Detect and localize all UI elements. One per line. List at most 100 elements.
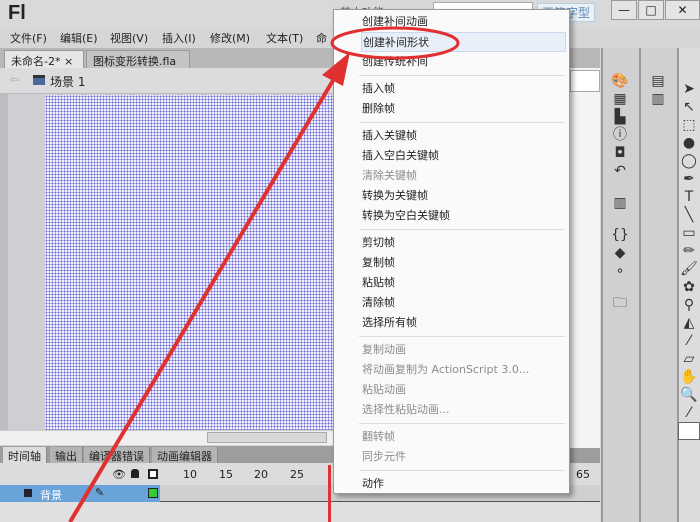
menu-item[interactable]: 剪切帧 bbox=[361, 233, 561, 253]
ruler-tick: 25 bbox=[290, 468, 304, 481]
menu-file[interactable]: 文件(F) bbox=[10, 30, 47, 46]
layer-name[interactable]: 背景 bbox=[40, 487, 62, 503]
maximize-button[interactable]: □ bbox=[638, 0, 664, 20]
ruler-tick: 10 bbox=[183, 468, 197, 481]
pencil-tool-icon[interactable]: ✏ bbox=[678, 242, 700, 260]
panel-dropdown[interactable] bbox=[570, 70, 600, 92]
outline-icon[interactable] bbox=[148, 469, 158, 479]
library-icon[interactable]: ▥ bbox=[647, 90, 669, 108]
scene-label: 场景 1 bbox=[50, 75, 86, 89]
ruler-tick: 20 bbox=[254, 468, 268, 481]
menu-separator bbox=[359, 75, 565, 76]
paint-bucket-icon[interactable]: ◭ bbox=[678, 314, 700, 332]
menu-item[interactable]: 创建补间动画 bbox=[361, 12, 561, 32]
free-transform-icon[interactable]: ⬚ bbox=[678, 116, 700, 134]
tab-output[interactable]: 输出 bbox=[50, 447, 83, 463]
project-icon[interactable]: 🗀 bbox=[609, 294, 631, 312]
menu-item[interactable]: 删除帧 bbox=[361, 99, 561, 119]
menu-modify[interactable]: 修改(M) bbox=[210, 30, 250, 46]
brush-tool-icon[interactable]: 🖌 bbox=[678, 260, 700, 278]
library-icon[interactable]: ▥ bbox=[609, 194, 631, 212]
menu-text[interactable]: 文本(T) bbox=[266, 30, 303, 46]
history-icon[interactable]: ↶ bbox=[609, 162, 631, 180]
menu-separator bbox=[359, 229, 565, 230]
stroke-color-icon[interactable]: ⁄ bbox=[678, 404, 700, 422]
minimize-button[interactable]: — bbox=[611, 0, 637, 20]
tool-icons: ➤ ↖ ⬚ ● ◯ ✒ T ╲ ▭ ✏ 🖌 ✿ ⚲ ◭ ⁄ ▱ ✋ 🔍 ⁄ bbox=[678, 80, 700, 440]
menu-item[interactable]: 清除帧 bbox=[361, 293, 561, 313]
tab-compiler-errors[interactable]: 编译器错误 bbox=[84, 447, 150, 463]
transform-icon[interactable]: ◘ bbox=[609, 144, 631, 162]
menu-item[interactable]: 转换为关键帧 bbox=[361, 186, 561, 206]
selection-tool-icon[interactable]: ➤ bbox=[678, 80, 700, 98]
ruler-tick: 65 bbox=[576, 468, 590, 481]
motion-presets-icon[interactable]: ∘ bbox=[609, 262, 631, 280]
lasso-icon[interactable]: ◯ bbox=[678, 152, 700, 170]
3d-rotation-icon[interactable]: ● bbox=[678, 134, 700, 152]
eye-icon[interactable]: 👁 bbox=[112, 468, 126, 481]
playhead[interactable] bbox=[328, 465, 331, 522]
menu-item: 同步元件 bbox=[362, 450, 406, 463]
panel-icons: 🎨 ▦ ▙ ⓘ ◘ ↶ ▥ {} ◆ ∘ 🗀 bbox=[609, 72, 631, 312]
eraser-icon[interactable]: ▱ bbox=[678, 350, 700, 368]
line-tool-icon[interactable]: ╲ bbox=[678, 206, 700, 224]
properties-panel bbox=[570, 68, 600, 448]
subselection-tool-icon[interactable]: ↖ bbox=[678, 98, 700, 116]
clapper-icon bbox=[33, 75, 45, 85]
properties-icon[interactable]: ▤ bbox=[647, 72, 669, 90]
eyedropper-icon[interactable]: ⁄ bbox=[678, 332, 700, 350]
swatches-icon[interactable]: ▦ bbox=[609, 90, 631, 108]
actions-icon[interactable]: {} bbox=[609, 226, 631, 244]
menu-separator bbox=[359, 336, 565, 337]
menu-item[interactable]: 插入帧 bbox=[361, 79, 561, 99]
timeline-empty bbox=[0, 502, 600, 522]
layer-color-icon[interactable] bbox=[148, 488, 158, 498]
zoom-tool-icon[interactable]: 🔍 bbox=[678, 386, 700, 404]
hand-tool-icon[interactable]: ✋ bbox=[678, 368, 700, 386]
tab-motion-editor[interactable]: 动画编辑器 bbox=[152, 447, 218, 463]
pen-tool-icon[interactable]: ✒ bbox=[678, 170, 700, 188]
panel-icons-2: ▤ ▥ bbox=[647, 72, 669, 108]
menu-insert[interactable]: 插入(I) bbox=[162, 30, 196, 46]
menu-item[interactable]: 创建传统补间 bbox=[361, 52, 561, 72]
components-icon[interactable]: ◆ bbox=[609, 244, 631, 262]
menu-separator bbox=[359, 470, 565, 471]
menu-view[interactable]: 视图(V) bbox=[110, 30, 148, 46]
menu-item[interactable]: 插入空白关键帧 bbox=[361, 146, 561, 166]
menu-item: 翻转帧 bbox=[362, 430, 395, 443]
ruler-tick: 15 bbox=[219, 468, 233, 481]
align-icon[interactable]: ▙ bbox=[609, 108, 631, 126]
menu-item[interactable]: 插入关键帧 bbox=[361, 126, 561, 146]
menu-item[interactable]: 创建补间形状 bbox=[361, 32, 566, 52]
color-palette-icon[interactable]: 🎨 bbox=[609, 72, 631, 90]
menu-item[interactable]: 粘贴帧 bbox=[361, 273, 561, 293]
tab-timeline[interactable]: 时间轴 bbox=[3, 447, 47, 463]
scrollbar-thumb[interactable] bbox=[207, 432, 327, 443]
menu-item[interactable]: 动作 bbox=[361, 474, 561, 494]
info-icon[interactable]: ⓘ bbox=[609, 126, 631, 144]
lock-icon[interactable] bbox=[131, 469, 139, 478]
menu-edit[interactable]: 编辑(E) bbox=[60, 30, 98, 46]
menu-item[interactable]: 复制帧 bbox=[361, 253, 561, 273]
menu-commands[interactable]: 命 bbox=[316, 30, 327, 46]
fill-color-swatch[interactable] bbox=[678, 422, 700, 440]
tab-untitled-2[interactable]: 未命名-2* × bbox=[4, 50, 84, 68]
deco-tool-icon[interactable]: ✿ bbox=[678, 278, 700, 296]
tab-icon-morph[interactable]: 图标变形转换.fla × bbox=[86, 50, 190, 82]
tab-label: 未命名-2* bbox=[11, 55, 61, 68]
rectangle-tool-icon[interactable]: ▭ bbox=[678, 224, 700, 242]
bone-tool-icon[interactable]: ⚲ bbox=[678, 296, 700, 314]
app-logo: Fl bbox=[8, 2, 26, 24]
text-tool-icon[interactable]: T bbox=[678, 188, 700, 206]
menu-item: 复制动画 bbox=[362, 343, 406, 356]
back-arrow-icon[interactable]: ⇦ bbox=[10, 73, 19, 86]
menu-item[interactable]: 转换为空白关键帧 bbox=[361, 206, 561, 226]
tab-label: 图标变形转换.fla bbox=[93, 55, 177, 68]
menu-item: 选择性粘贴动画... bbox=[362, 403, 450, 416]
close-button[interactable]: ✕ bbox=[665, 0, 700, 20]
menu-separator bbox=[359, 122, 565, 123]
stage-canvas[interactable] bbox=[45, 95, 335, 430]
menu-item[interactable]: 选择所有帧 bbox=[361, 313, 561, 333]
close-icon[interactable]: × bbox=[64, 55, 73, 68]
menu-item: 将动画复制为 ActionScript 3.0... bbox=[362, 363, 530, 376]
